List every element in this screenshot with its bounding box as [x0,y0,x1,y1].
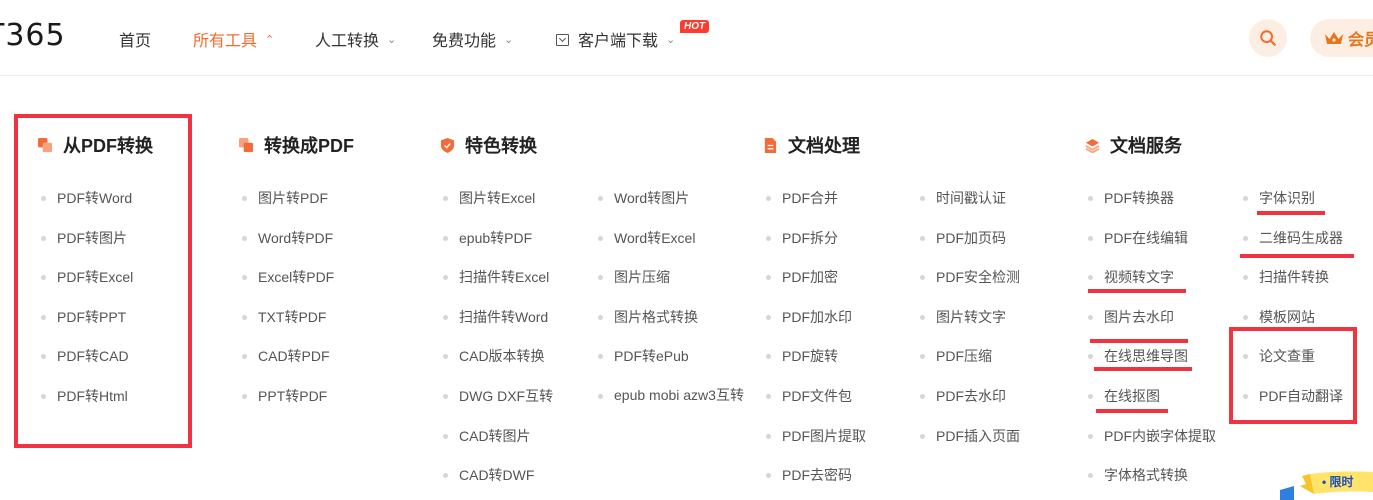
shield-icon [440,137,455,153]
tool-item-pdf-converter[interactable]: PDF转换器 [1088,189,1174,207]
tool-item-pdf-compress[interactable]: PDF压缩 [920,347,992,365]
member-label: 会员 [1348,32,1373,49]
tool-item-excel-to-pdf[interactable]: Excel转PDF [241,268,334,286]
tool-item-scan-to-word[interactable]: 扫描件转Word [442,308,548,326]
tool-item-qrcode-generator[interactable]: 二维码生成器 [1243,229,1343,247]
tool-item-image-compress[interactable]: 图片压缩 [598,268,670,286]
crown-icon [1325,32,1343,44]
nav-home-label: 首页 [119,33,152,50]
tool-item-pdf-page-number[interactable]: PDF加页码 [920,229,1006,247]
tool-item-scan-to-excel[interactable]: 扫描件转Excel [442,268,549,286]
pdf-import-icon [239,137,254,152]
tool-item-pdf-portfolio[interactable]: PDF文件包 [766,387,852,405]
category-to-pdf: 转换成PDF [239,132,354,158]
tool-item-pdf-security-check[interactable]: PDF安全检测 [920,268,1020,286]
tool-item-scan-convert[interactable]: 扫描件转换 [1243,268,1329,286]
tool-item-pdf-insert-page[interactable]: PDF插入页面 [920,427,1020,445]
category-doc-services: 文档服务 [1085,132,1182,158]
search-button[interactable] [1249,19,1287,57]
search-icon [1260,30,1276,46]
nav-free-features[interactable]: 免费功能 ⌄ [432,27,513,51]
annotation-underline [1094,367,1192,371]
tool-item-timestamp-cert[interactable]: 时间戳认证 [920,189,1006,207]
tool-item-pdf-to-epub[interactable]: PDF转ePub [598,347,689,365]
tool-item-cad-to-dwf[interactable]: CAD转DWF [442,466,534,484]
tool-item-font-recognition[interactable]: 字体识别 [1243,189,1315,207]
tool-item-cad-version-convert[interactable]: CAD版本转换 [443,347,545,365]
layers-icon [1085,138,1100,153]
tool-item-online-mindmap[interactable]: 在线思维导图 [1088,347,1188,365]
tool-item-ppt-to-pdf[interactable]: PPT转PDF [241,387,327,405]
tool-item-pdf-merge[interactable]: PDF合并 [766,189,838,207]
tool-item-pdf-remove-password[interactable]: PDF去密码 [766,466,852,484]
nav-manual-convert-label: 人工转换 [315,33,380,50]
category-title: 转换成PDF [264,136,354,156]
chevron-down-icon: ⌄ [666,33,676,46]
chevron-down-icon: ⌄ [504,33,514,46]
tool-item-epub-to-pdf[interactable]: epub转PDF [442,229,532,247]
tool-item-image-remove-watermark[interactable]: 图片去水印 [1088,308,1174,326]
nav-home[interactable]: 首页 [119,27,151,51]
annotation-underline [1096,409,1168,413]
nav-free-features-label: 免费功能 [432,33,497,50]
tool-item-pdf-remove-watermark[interactable]: PDF去水印 [920,387,1006,405]
tool-item-word-to-pdf[interactable]: Word转PDF [241,229,333,247]
category-doc-processing: 文档处理 [763,132,860,158]
tool-item-pdf-rotate[interactable]: PDF旋转 [766,347,838,365]
tool-item-video-to-text[interactable]: 视频转文字 [1088,268,1174,286]
tool-item-pdf-split[interactable]: PDF拆分 [766,229,838,247]
nav-all-tools-label: 所有工具 [193,33,258,50]
promo-text: • 限时 [1322,474,1354,489]
annotation-underline [1240,254,1354,258]
member-button[interactable]: 会员 [1310,19,1373,57]
tool-item-pdf-encrypt[interactable]: PDF加密 [766,268,838,286]
nav-client-download-label: 客户端下载 [578,33,659,50]
tool-item-pdf-font-extract[interactable]: PDF内嵌字体提取 [1088,427,1216,445]
nav-all-tools[interactable]: 所有工具 ⌃ [193,27,274,51]
annotation-box-from-pdf [14,114,192,448]
promo-banner[interactable]: • 限时 [1280,470,1373,500]
nav-client-download[interactable]: 客户端下载 ⌄ [556,27,675,51]
document-icon [764,137,777,153]
tool-item-online-cutout[interactable]: 在线抠图 [1088,387,1160,405]
top-navbar: T365 首页 所有工具 ⌃ 人工转换 ⌄ 免费功能 ⌄ 客户端下载 ⌄ HOT… [0,0,1373,76]
tool-item-image-to-pdf[interactable]: 图片转PDF [242,189,328,207]
chevron-up-icon: ⌃ [265,33,275,46]
category-featured: 特色转换 [440,132,537,158]
tool-item-ebook-convert[interactable]: epub mobi azw3互转 [598,387,750,404]
tool-item-image-format-convert[interactable]: 图片格式转换 [598,308,698,326]
tool-item-pdf-watermark[interactable]: PDF加水印 [766,308,852,326]
tool-item-txt-to-pdf[interactable]: TXT转PDF [241,308,326,326]
chevron-down-icon: ⌄ [387,33,397,46]
tool-item-pdf-image-extract[interactable]: PDF图片提取 [766,427,866,445]
tool-item-word-to-excel[interactable]: Word转Excel [597,229,695,247]
tool-item-word-to-image[interactable]: Word转图片 [597,189,689,207]
download-icon [556,34,569,46]
nav-manual-convert[interactable]: 人工转换 ⌄ [315,27,396,51]
annotation-underline [1257,211,1325,215]
tool-item-cad-to-pdf[interactable]: CAD转PDF [242,347,330,365]
category-title: 文档服务 [1110,136,1182,156]
tool-item-dwg-dxf-convert[interactable]: DWG DXF互转 [442,387,553,405]
logo[interactable]: T365 [0,18,66,53]
tool-item-template-site[interactable]: 模板网站 [1243,308,1315,326]
tool-item-image-to-excel[interactable]: 图片转Excel [442,189,535,207]
tool-item-image-to-text[interactable]: 图片转文字 [920,308,1006,326]
tool-item-cad-to-image[interactable]: CAD转图片 [443,427,531,445]
category-title: 特色转换 [465,136,537,156]
tool-item-pdf-online-edit[interactable]: PDF在线编辑 [1088,229,1188,247]
tool-item-font-format-convert[interactable]: 字体格式转换 [1088,466,1188,484]
hot-badge: HOT [680,20,710,33]
category-title: 文档处理 [788,136,860,156]
annotation-underline [1090,339,1188,343]
annotation-box-services [1229,327,1357,424]
annotation-underline [1088,289,1186,293]
